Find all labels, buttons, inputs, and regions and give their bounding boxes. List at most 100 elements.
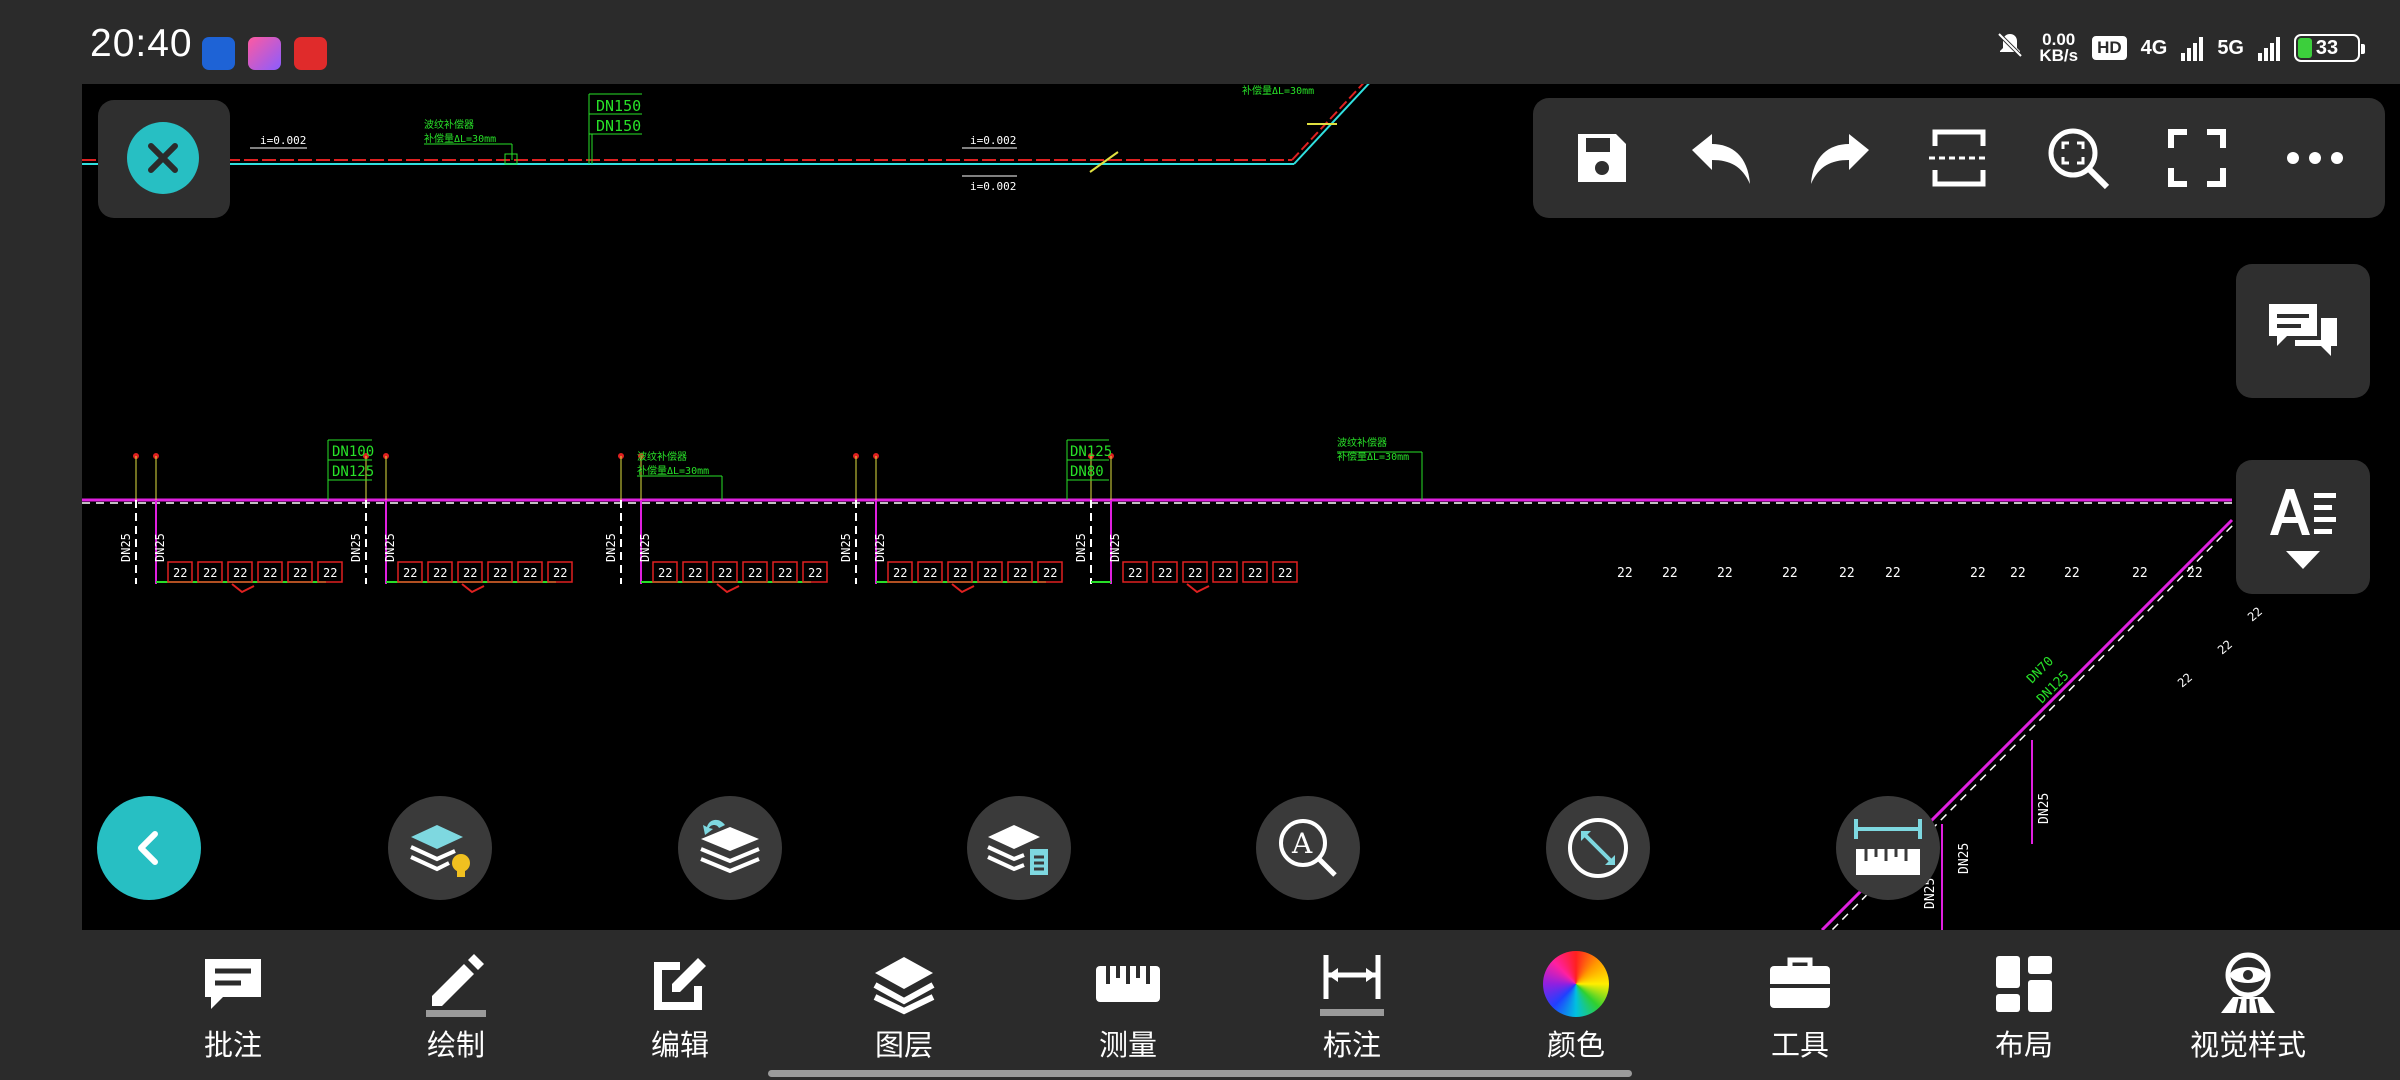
bottom-label-draw: 绘制: [426, 1028, 485, 1062]
layout-icon: [1996, 956, 2052, 1012]
battery-level: 33: [2315, 37, 2339, 59]
fixture-label: 22: [983, 566, 997, 580]
fixture-label: 22: [403, 566, 417, 580]
fixture-label: 22: [493, 566, 507, 580]
home-indicator[interactable]: [768, 1070, 1632, 1077]
signal-icon-2: [2258, 35, 2280, 61]
undo-icon: [1692, 134, 1751, 184]
mid-comp-title-1: 波纹补偿器: [637, 450, 687, 463]
fixture-label: 22: [263, 566, 277, 580]
status-bar: 20:40 0.00 KB/s HD 4G 5G 33: [0, 0, 2400, 84]
mid-label-4: DN80: [1070, 464, 1104, 480]
bottom-item-measure[interactable]: 测量: [1048, 948, 1208, 1064]
bottom-toolbar: 批注 绘制 编辑 图层 测量 标注 颜色 工具 布局 视觉样式: [0, 930, 2400, 1080]
hd-badge: HD: [2092, 36, 2127, 60]
svg-text:22: 22: [2175, 670, 2195, 690]
text-search-icon: A: [1279, 819, 1337, 877]
fixture-label: 22: [658, 566, 672, 580]
top-slope-1: i=0.002: [260, 134, 306, 147]
fixture-label: 22: [293, 566, 307, 580]
layer-light-button[interactable]: [388, 796, 492, 900]
layer-list-button[interactable]: [967, 796, 1071, 900]
bottom-label-layout: 布局: [1994, 1028, 2053, 1062]
measure-distance-button[interactable]: [1546, 796, 1650, 900]
bottom-item-edit[interactable]: 编辑: [600, 948, 760, 1064]
annotate-icon: [205, 959, 261, 1009]
bottom-label-measure: 测量: [1098, 1028, 1157, 1062]
top-slope-2: i=0.002: [970, 134, 1016, 147]
text-search-button[interactable]: A: [1256, 796, 1360, 900]
battery-icon: 33: [2294, 34, 2365, 62]
fixture-label: 22: [1128, 566, 1142, 580]
top-label-2: DN150: [596, 117, 641, 135]
text-style-icon: [2270, 489, 2336, 535]
bottom-item-dimension[interactable]: 标注: [1272, 948, 1432, 1064]
ruler-icon: [1854, 819, 1922, 875]
riser-label: DN25: [839, 533, 853, 562]
status-indicators: 0.00 KB/s HD 4G 5G 33: [1995, 30, 2365, 66]
svg-text:22: 22: [2245, 604, 2265, 624]
layer-restore-button[interactable]: [678, 796, 782, 900]
back-button[interactable]: [97, 796, 201, 900]
bottom-item-draw[interactable]: 绘制: [376, 948, 536, 1064]
bottom-item-visual-style[interactable]: 视觉样式: [2168, 948, 2328, 1064]
fixture-label: 22: [1043, 566, 1057, 580]
bottom-item-layout[interactable]: 布局: [1944, 948, 2104, 1064]
fixture-label: 22: [1158, 566, 1172, 580]
fixture-label: 22: [233, 566, 247, 580]
diag-branch-labels: 22 22 22: [2175, 604, 2265, 690]
color-wheel-icon: [1543, 951, 1609, 1017]
mid-comp-value-1: 补偿量ΔL=30mm: [637, 464, 709, 477]
fixture-label: 22: [718, 566, 732, 580]
fullscreen-button[interactable]: [2157, 118, 2237, 198]
svg-text:22: 22: [1782, 566, 1798, 581]
mid-label-1: DN100: [332, 444, 374, 460]
zoom-extents-icon: [2048, 128, 2109, 190]
bottom-item-tools[interactable]: 工具: [1720, 948, 1880, 1064]
status-time: 20:40: [90, 22, 193, 65]
right-branch-labels: 22 22 22 22 22 22 22 22 22 22 22: [1617, 566, 2203, 581]
text-style-button[interactable]: [2236, 460, 2370, 594]
mute-icon: [1995, 30, 2025, 66]
riser-label: DN25: [604, 533, 618, 562]
ruler-button[interactable]: [1836, 796, 1940, 900]
fixture-label: 22: [463, 566, 477, 580]
more-button[interactable]: [2275, 118, 2355, 198]
bottom-item-annotate[interactable]: 批注: [153, 948, 313, 1064]
redo-button[interactable]: [1800, 118, 1880, 198]
net-speed-unit: KB/s: [2039, 46, 2079, 65]
redo-icon: [1811, 134, 1870, 184]
mid-label-2: DN125: [332, 464, 374, 480]
app-notification-icon-3: [294, 37, 327, 70]
bottom-item-color[interactable]: 颜色: [1496, 948, 1656, 1064]
close-button[interactable]: [127, 122, 199, 194]
mid-comp-title-2: 波纹补偿器: [1337, 436, 1387, 449]
bottom-label-annotate: 批注: [203, 1028, 262, 1062]
mid-label-3: DN125: [1070, 444, 1112, 460]
bottom-label-tools: 工具: [1770, 1028, 1829, 1062]
top-label-1: DN150: [596, 97, 641, 115]
dropdown-arrow-icon: [2286, 551, 2320, 569]
dimension-icon: [1320, 955, 1384, 1016]
zoom-extents-button[interactable]: [2038, 118, 2118, 198]
fullscreen-icon: [2167, 129, 2226, 187]
bottom-label-color: 颜色: [1546, 1028, 1605, 1062]
riser-label: DN25: [153, 533, 167, 562]
bottom-item-layers[interactable]: 图层: [824, 948, 984, 1064]
save-button[interactable]: [1562, 118, 1642, 198]
top-right-comp: 补偿量ΔL=30mm: [1242, 84, 1314, 97]
top-comp-value: 补偿量ΔL=30mm: [424, 132, 496, 145]
crop-view-button[interactable]: [1919, 118, 1999, 198]
edit-icon: [654, 958, 706, 1010]
undo-button[interactable]: [1681, 118, 1761, 198]
svg-text:22: 22: [1970, 566, 1986, 581]
comments-button[interactable]: [2236, 264, 2370, 398]
top-slope-3: i=0.002: [970, 180, 1016, 193]
close-panel: [98, 100, 230, 218]
layer-light-icon: [410, 825, 470, 877]
close-icon: [148, 143, 178, 173]
top-comp-title: 波纹补偿器: [424, 118, 474, 131]
svg-text:A: A: [1291, 827, 1313, 860]
app-notification-icon-1: [202, 37, 235, 70]
bottom-label-layers: 图层: [874, 1028, 933, 1062]
